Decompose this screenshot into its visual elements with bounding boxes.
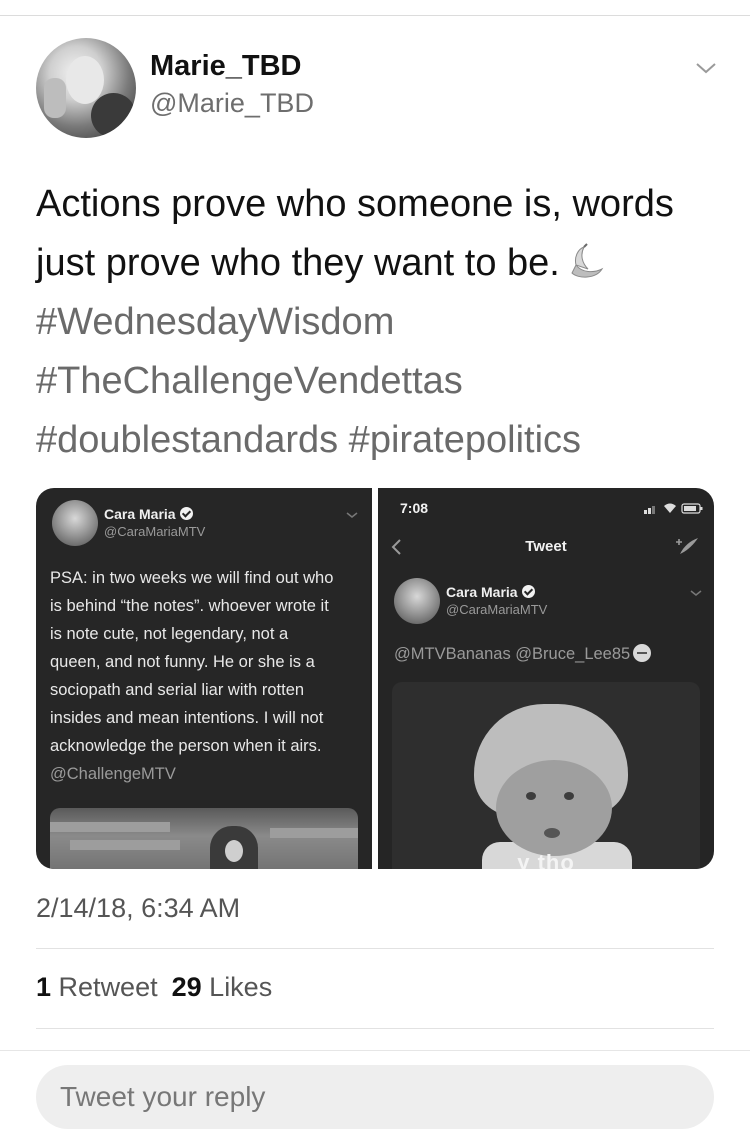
psa-line: PSA: in two weeks we will find out who [50, 569, 334, 587]
meme-face [496, 760, 612, 856]
reply-mentions-text: @MTVBananas @Bruce_Lee85 [394, 645, 631, 663]
avatar-face [66, 56, 104, 104]
tweet-timestamp: 2/14/18, 6:34 AM [36, 893, 241, 923]
engagement-stats: 1 Retweet 29 Likes [36, 972, 272, 1003]
psa-line: is behind “the notes”. whoever wrote it [50, 597, 329, 615]
media-image-right[interactable]: 7:08 Tweet Cara Maria @CaraMariaMTV @MTV… [378, 488, 714, 869]
media-image-left[interactable]: Cara Maria @CaraMariaMTV PSA: in two wee… [36, 488, 372, 869]
psa-line: acknowledge the person when it airs. [50, 737, 322, 755]
meme-eye [526, 792, 536, 800]
top-divider [0, 15, 750, 16]
likes-label: Likes [209, 972, 273, 1002]
psa-text: PSA: in two weeks we will find out who i… [50, 564, 362, 788]
psa-line: queen, and not funny. He or she is a [50, 653, 315, 671]
psa-line: insides and mean intentions. I will not [50, 709, 324, 727]
hashtags-doublestandards-piratepolitics[interactable]: #doublestandards #piratepolitics [36, 411, 726, 470]
verified-icon [521, 585, 535, 598]
avatar-hand [44, 78, 66, 118]
chevron-down-icon[interactable] [694, 58, 718, 78]
avatar-hair [91, 93, 136, 138]
embedded-photo [50, 808, 358, 869]
hashtag-thechallengevendettas[interactable]: #TheChallengeVendettas [36, 352, 726, 411]
tweet-media[interactable]: Cara Maria @CaraMariaMTV PSA: in two wee… [36, 488, 714, 869]
wall-brick [50, 822, 170, 832]
likes-count: 29 [171, 972, 202, 1002]
psa-line: is note cute, not legendary, not a [50, 625, 289, 643]
tweet-line-with-emoji: just prove who they want to be. [36, 234, 726, 293]
status-time: 7:08 [400, 500, 429, 516]
meme-caption: y tho [517, 850, 575, 869]
figure-face [225, 840, 243, 862]
chevron-down-icon [346, 512, 358, 518]
cara-maria-name: Cara Maria [104, 506, 176, 522]
tweet-line: just prove who they want to be. [36, 242, 560, 284]
hashtag-wednesdaywisdom[interactable]: #WednesdayWisdom [36, 293, 726, 352]
wall-brick [70, 840, 180, 850]
compose-icon [676, 538, 698, 554]
tweet-text: Actions prove who someone is, words just… [36, 175, 726, 470]
retweet-count: 1 [36, 972, 52, 1002]
reply-box[interactable] [36, 1065, 714, 1129]
verified-icon [179, 507, 193, 520]
wall-brick [270, 828, 358, 838]
meme-eye [564, 792, 574, 800]
cara-maria-avatar [52, 500, 98, 546]
tweet-line: Actions prove who someone is, words [36, 183, 674, 225]
cara-maria-name-row: Cara Maria [446, 584, 535, 600]
cara-maria-handle: @CaraMariaMTV [104, 524, 206, 539]
retweets-link[interactable]: 1 Retweet [36, 972, 158, 1002]
status-bar-icons [644, 503, 703, 514]
retweet-label: Retweet [58, 972, 158, 1002]
psa-line: sociopath and serial liar with rotten [50, 681, 305, 699]
cara-maria-avatar [394, 578, 440, 624]
reply-input[interactable] [60, 1077, 680, 1117]
author-avatar[interactable] [36, 38, 136, 138]
banana-icon [571, 243, 604, 278]
psa-mention: @ChallengeMTV [50, 765, 176, 783]
divider [36, 948, 714, 949]
author-handle[interactable]: @Marie_TBD [150, 88, 314, 119]
divider [36, 1028, 714, 1029]
author-name[interactable]: Marie_TBD [150, 50, 302, 83]
divider [0, 1050, 750, 1051]
cara-maria-name-row: Cara Maria [104, 506, 193, 522]
chevron-down-icon [690, 590, 702, 596]
nav-title: Tweet [525, 538, 567, 555]
meme-image: y tho [392, 682, 700, 869]
meme-mouth [544, 828, 560, 838]
reply-mentions: @MTVBananas @Bruce_Lee85 [394, 644, 652, 664]
expressionless-face-icon [633, 644, 652, 662]
likes-link[interactable]: 29 Likes [172, 972, 273, 1002]
cara-maria-handle: @CaraMariaMTV [446, 602, 548, 617]
cara-maria-name: Cara Maria [446, 584, 518, 600]
